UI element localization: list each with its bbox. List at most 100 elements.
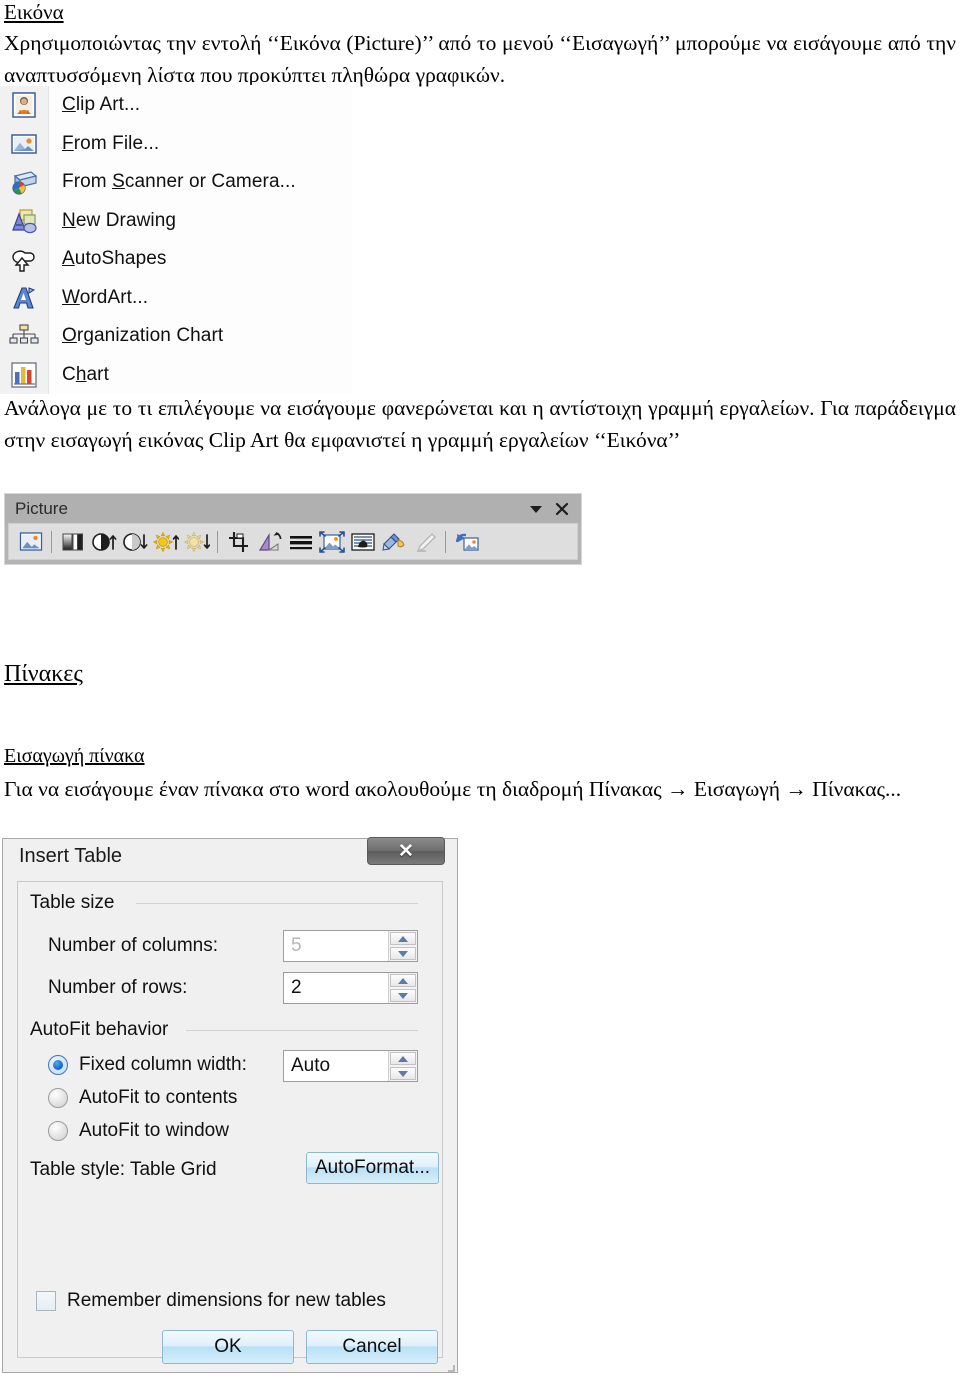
columns-stepper[interactable]: 5	[283, 930, 418, 962]
crop-icon[interactable]	[223, 527, 254, 556]
chevron-down-icon[interactable]	[390, 1067, 416, 1080]
paragraph-insert-table-path: Για να εισάγουμε έναν πίνακα στο word ακ…	[4, 777, 902, 801]
columns-spin-arrows[interactable]	[388, 931, 417, 961]
menu-item-from-file[interactable]: From File...	[0, 125, 352, 164]
chevron-down-icon[interactable]	[390, 989, 416, 1002]
set-transparent-color-icon[interactable]	[409, 527, 440, 556]
toolbar-separator	[217, 530, 218, 553]
fixed-width-stepper[interactable]: Auto	[283, 1050, 418, 1082]
new-drawing-icon	[0, 202, 48, 241]
menu-item-from-scanner-or-camera[interactable]: From Scanner or Camera...	[0, 163, 352, 202]
rows-spin-arrows[interactable]	[388, 973, 417, 1003]
rows-input[interactable]: 2	[284, 973, 388, 1003]
wordart-icon	[0, 279, 48, 318]
page-title-tables: Πίνακες	[4, 661, 83, 687]
dialog-title: Insert Table	[19, 845, 123, 867]
menu-item-label: New Drawing	[62, 209, 177, 231]
format-picture-icon[interactable]	[378, 527, 409, 556]
menu-item-new-drawing[interactable]: New Drawing	[0, 202, 352, 241]
toolbar-separator	[51, 530, 52, 553]
scanner-camera-icon	[0, 163, 48, 202]
menu-item-wordart[interactable]: WordArt...	[0, 279, 352, 318]
chevron-down-icon[interactable]	[523, 498, 549, 520]
menu-item-clip-art[interactable]: Clip Art...	[0, 86, 352, 125]
line-style-icon[interactable]	[285, 527, 316, 556]
text-wrapping-icon[interactable]	[347, 527, 378, 556]
chart-icon	[0, 356, 48, 395]
menu-item-label: From File...	[62, 132, 160, 154]
radio-label: AutoFit to window	[79, 1120, 229, 1141]
color-icon[interactable]	[57, 527, 88, 556]
radio-label: Fixed column width:	[79, 1054, 247, 1075]
less-contrast-icon[interactable]	[119, 527, 150, 556]
autofit-group-label: AutoFit behavior	[30, 1019, 177, 1041]
more-brightness-icon[interactable]	[150, 527, 181, 556]
toolbar-separator	[445, 530, 446, 553]
chevron-up-icon[interactable]	[390, 1052, 416, 1065]
group-divider	[136, 903, 418, 904]
menu-item-organization-chart[interactable]: Organization Chart	[0, 317, 352, 356]
menu-item-label: WordArt...	[62, 286, 149, 308]
clip-art-icon	[0, 86, 48, 125]
radio-indicator[interactable]	[48, 1088, 68, 1108]
fixed-width-spin-arrows[interactable]	[388, 1051, 417, 1081]
insert-table-dialog[interactable]: Insert Table ✕ Table size Number of colu…	[2, 837, 458, 1373]
chevron-down-icon[interactable]	[390, 947, 416, 960]
ok-button-label: OK	[214, 1336, 242, 1357]
picture-toolbar-buttons[interactable]	[8, 523, 578, 560]
menu-item-label: From Scanner or Camera...	[62, 171, 296, 193]
compress-pictures-icon[interactable]	[316, 527, 347, 556]
chevron-up-icon[interactable]	[390, 932, 416, 945]
autoshapes-icon	[0, 240, 48, 279]
menu-item-autoshapes[interactable]: AutoShapes	[0, 240, 352, 279]
cancel-button[interactable]: Cancel	[306, 1330, 438, 1364]
checkbox-indicator[interactable]	[36, 1291, 56, 1311]
dialog-titlebar: Insert Table ✕	[3, 837, 457, 877]
less-brightness-icon[interactable]	[181, 527, 212, 556]
columns-input[interactable]: 5	[284, 931, 388, 961]
rows-label: Number of rows:	[48, 977, 188, 998]
ok-button[interactable]: OK	[162, 1330, 294, 1364]
resize-grip-icon[interactable]	[443, 1359, 455, 1372]
picture-toolbar-titlebar[interactable]: Picture	[5, 494, 581, 523]
group-divider	[186, 1030, 418, 1031]
fixed-width-input[interactable]: Auto	[284, 1051, 388, 1081]
chevron-up-icon[interactable]	[390, 974, 416, 987]
picture-toolbar-title: Picture	[15, 498, 68, 518]
menu-item-chart[interactable]: Chart	[0, 356, 352, 395]
dialog-content: Table size Number of columns: 5 Number o…	[17, 881, 443, 1364]
remember-dimensions-checkbox[interactable]: Remember dimensions for new tables	[36, 1290, 386, 1312]
insert-picture-icon[interactable]	[15, 527, 46, 556]
radio-fixed-column-width[interactable]: Fixed column width:	[48, 1054, 247, 1076]
menu-item-label: Organization Chart	[62, 325, 224, 347]
radio-indicator[interactable]	[48, 1121, 68, 1141]
radio-autofit-to-window[interactable]: AutoFit to window	[48, 1120, 229, 1142]
picture-submenu[interactable]: Clip Art... From File... From Scanner or…	[0, 86, 352, 394]
reset-picture-icon[interactable]	[451, 527, 482, 556]
page-title: Εικόνα	[4, 0, 64, 24]
paragraph-toolbar-explanation: Ανάλογα με το τι επιλέγουμε να εισάγουμε…	[4, 396, 956, 452]
columns-label: Number of columns:	[48, 935, 219, 956]
radio-autofit-to-contents[interactable]: AutoFit to contents	[48, 1087, 237, 1109]
more-contrast-icon[interactable]	[88, 527, 119, 556]
table-style-label: Table style: Table Grid	[30, 1159, 217, 1180]
subheading-insert-table: Εισαγωγή πίνακα	[4, 745, 145, 767]
organization-chart-icon	[0, 317, 48, 356]
cancel-button-label: Cancel	[342, 1336, 402, 1357]
autoformat-button-label: AutoFormat...	[314, 1157, 431, 1178]
picture-toolbar[interactable]: Picture	[4, 493, 582, 565]
paragraph-picture-intro: Χρησιμοποιώντας την εντολή ‘‘Εικόνα (Pic…	[4, 31, 956, 87]
radio-indicator[interactable]	[48, 1055, 68, 1075]
autoformat-button[interactable]: AutoFormat...	[306, 1152, 439, 1184]
close-icon[interactable]: ✕	[367, 837, 445, 865]
rotate-left-icon[interactable]	[254, 527, 285, 556]
menu-item-label: Clip Art...	[62, 94, 141, 116]
table-size-group-label: Table size	[30, 892, 123, 914]
checkbox-label: Remember dimensions for new tables	[67, 1290, 386, 1311]
from-file-icon	[0, 125, 48, 164]
rows-stepper[interactable]: 2	[283, 972, 418, 1004]
menu-item-label: Chart	[62, 363, 109, 385]
menu-item-label: AutoShapes	[62, 248, 167, 270]
radio-label: AutoFit to contents	[79, 1087, 238, 1108]
close-icon[interactable]	[549, 498, 575, 520]
